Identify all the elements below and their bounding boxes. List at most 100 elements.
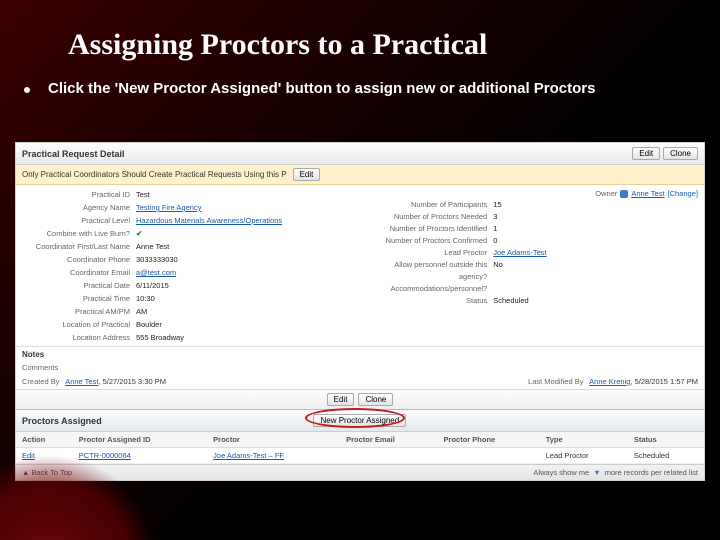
created-by-user[interactable]: Anne Test xyxy=(65,377,98,386)
clone-button[interactable]: Clone xyxy=(663,147,698,160)
field-label: Combine with Live Burn? xyxy=(16,228,136,240)
field-value: 6/11/2015 xyxy=(136,280,169,292)
field-label: Coordinator Email xyxy=(16,267,136,279)
notice-bar: Only Practical Coordinators Should Creat… xyxy=(16,165,704,185)
created-by-label: Created By xyxy=(22,377,60,386)
row-id-link[interactable]: PCTR-0000064 xyxy=(73,448,207,464)
owner-change-link[interactable]: [Change] xyxy=(668,189,698,198)
detail-field: Lead ProctorJoe Adams-Test xyxy=(373,247,698,259)
instruction-bullet: Click the 'New Proctor Assigned' button … xyxy=(0,76,720,97)
field-value[interactable]: Hazardous Materials Awareness/Operations xyxy=(136,215,282,227)
field-label: Location of Practical xyxy=(16,319,136,331)
proctors-assigned-header: Proctors Assigned New Proctor Assigned xyxy=(16,410,704,432)
column-header: Action xyxy=(16,432,73,448)
field-value: 555 Broadway xyxy=(136,332,184,344)
detail-field: Practical Date6/11/2015 xyxy=(16,280,373,292)
column-header: Proctor xyxy=(207,432,340,448)
field-value[interactable]: Joe Adams-Test xyxy=(493,247,546,259)
column-header: Proctor Assigned ID xyxy=(73,432,207,448)
footer-bar: ▲ Back To Top Always show me ▼ more reco… xyxy=(16,464,704,480)
new-proctor-assigned-button[interactable]: New Proctor Assigned xyxy=(313,414,406,427)
back-to-top-link[interactable]: ▲ Back To Top xyxy=(22,468,72,477)
detail-field: Practical Time10:30 xyxy=(16,293,373,305)
detail-field: Combine with Live Burn?✔ xyxy=(16,228,373,240)
column-header: Proctor Phone xyxy=(438,432,540,448)
field-value: 10:30 xyxy=(136,293,155,305)
dropdown-icon[interactable]: ▼ xyxy=(593,468,600,477)
field-label: Practical AM/PM xyxy=(16,306,136,318)
owner-avatar-icon xyxy=(620,190,628,198)
field-value: 3 xyxy=(493,211,497,223)
field-label: Number of Proctors Confirmed xyxy=(373,235,493,247)
field-label: Coordinator Phone xyxy=(16,254,136,266)
comments-label: Comments xyxy=(22,363,58,372)
field-value: No xyxy=(493,259,503,283)
modified-by-user[interactable]: Anne Krenig xyxy=(589,377,630,386)
bullet-icon xyxy=(24,87,30,93)
detail-field: Coordinator Phone3033333030 xyxy=(16,254,373,266)
detail-field: Coordinator First/Last NameAnne Test xyxy=(16,241,373,253)
created-by-ts: 5/27/2015 3:30 PM xyxy=(103,377,166,386)
field-label: Location Address xyxy=(16,332,136,344)
detail-field: Accommodations/personnel? xyxy=(373,283,698,295)
field-label: Practical Time xyxy=(16,293,136,305)
edit-button-2[interactable]: Edit xyxy=(327,393,355,406)
detail-field: Number of Proctors Identified1 xyxy=(373,223,698,235)
field-label: Number of Proctors Identified xyxy=(373,223,493,235)
column-header: Type xyxy=(540,432,628,448)
field-label: Coordinator First/Last Name xyxy=(16,241,136,253)
row-action-link[interactable]: Edit xyxy=(16,448,73,464)
detail-field: Allow personnel outside this agency?No xyxy=(373,259,698,283)
field-value: Scheduled xyxy=(493,295,528,307)
button-bar: Edit Clone xyxy=(16,389,704,410)
field-value[interactable]: a@test.com xyxy=(136,267,176,279)
field-label: Agency Name xyxy=(16,202,136,214)
clone-button-2[interactable]: Clone xyxy=(358,393,393,406)
field-value: 1 xyxy=(493,223,497,235)
footer-hint-b: more records per related list xyxy=(605,468,698,477)
proctors-table: ActionProctor Assigned IDProctorProctor … xyxy=(16,432,704,464)
field-value: ✔ xyxy=(136,228,142,240)
row-email xyxy=(340,448,437,464)
modified-by-ts: 5/28/2015 1:57 PM xyxy=(635,377,698,386)
detail-field: Location Address555 Broadway xyxy=(16,332,373,344)
comments-row: Comments xyxy=(16,361,704,375)
field-label: Practical ID xyxy=(16,189,136,201)
detail-field: Number of Proctors Confirmed0 xyxy=(373,235,698,247)
row-phone xyxy=(438,448,540,464)
instruction-text: Click the 'New Proctor Assigned' button … xyxy=(48,80,595,97)
field-value: 0 xyxy=(493,235,497,247)
field-label: Number of Participants xyxy=(373,199,493,211)
field-label: Status xyxy=(373,295,493,307)
table-row: Edit PCTR-0000064 Joe Adams-Test – FF Le… xyxy=(16,448,704,464)
field-value: Anne Test xyxy=(136,241,169,253)
detail-field: Number of Proctors Needed3 xyxy=(373,211,698,223)
field-label: Accommodations/personnel? xyxy=(373,283,493,295)
detail-field: Number of Participants15 xyxy=(373,199,698,211)
meta-row: Created By Anne Test, 5/27/2015 3:30 PM … xyxy=(16,375,704,389)
column-header: Proctor Email xyxy=(340,432,437,448)
detail-title: Practical Request Detail xyxy=(22,149,125,159)
proctors-assigned-title: Proctors Assigned xyxy=(22,416,102,426)
detail-field: Coordinator Emaila@test.com xyxy=(16,267,373,279)
detail-field: StatusScheduled xyxy=(373,295,698,307)
notice-edit-button[interactable]: Edit xyxy=(293,168,321,181)
owner-field: Owner Anne Test [Change] xyxy=(373,189,698,198)
notice-text: Only Practical Coordinators Should Creat… xyxy=(22,170,287,179)
field-value[interactable]: Testing Fire Agency xyxy=(136,202,201,214)
edit-button[interactable]: Edit xyxy=(632,147,660,160)
row-proctor-link[interactable]: Joe Adams-Test – FF xyxy=(207,448,340,464)
field-label: Number of Proctors Needed xyxy=(373,211,493,223)
notes-header: Notes xyxy=(16,346,704,361)
detail-field: Practical AM/PMAM xyxy=(16,306,373,318)
field-label: Allow personnel outside this agency? xyxy=(373,259,493,283)
detail-field: Practical IDTest xyxy=(16,189,373,201)
field-label: Practical Date xyxy=(16,280,136,292)
owner-name: Anne Test xyxy=(631,189,664,198)
column-header: Status xyxy=(628,432,704,448)
row-status: Scheduled xyxy=(628,448,704,464)
field-value: Boulder xyxy=(136,319,162,331)
app-screenshot: Practical Request Detail Edit Clone Only… xyxy=(15,142,705,481)
detail-field: Location of PracticalBoulder xyxy=(16,319,373,331)
detail-field: Agency NameTesting Fire Agency xyxy=(16,202,373,214)
